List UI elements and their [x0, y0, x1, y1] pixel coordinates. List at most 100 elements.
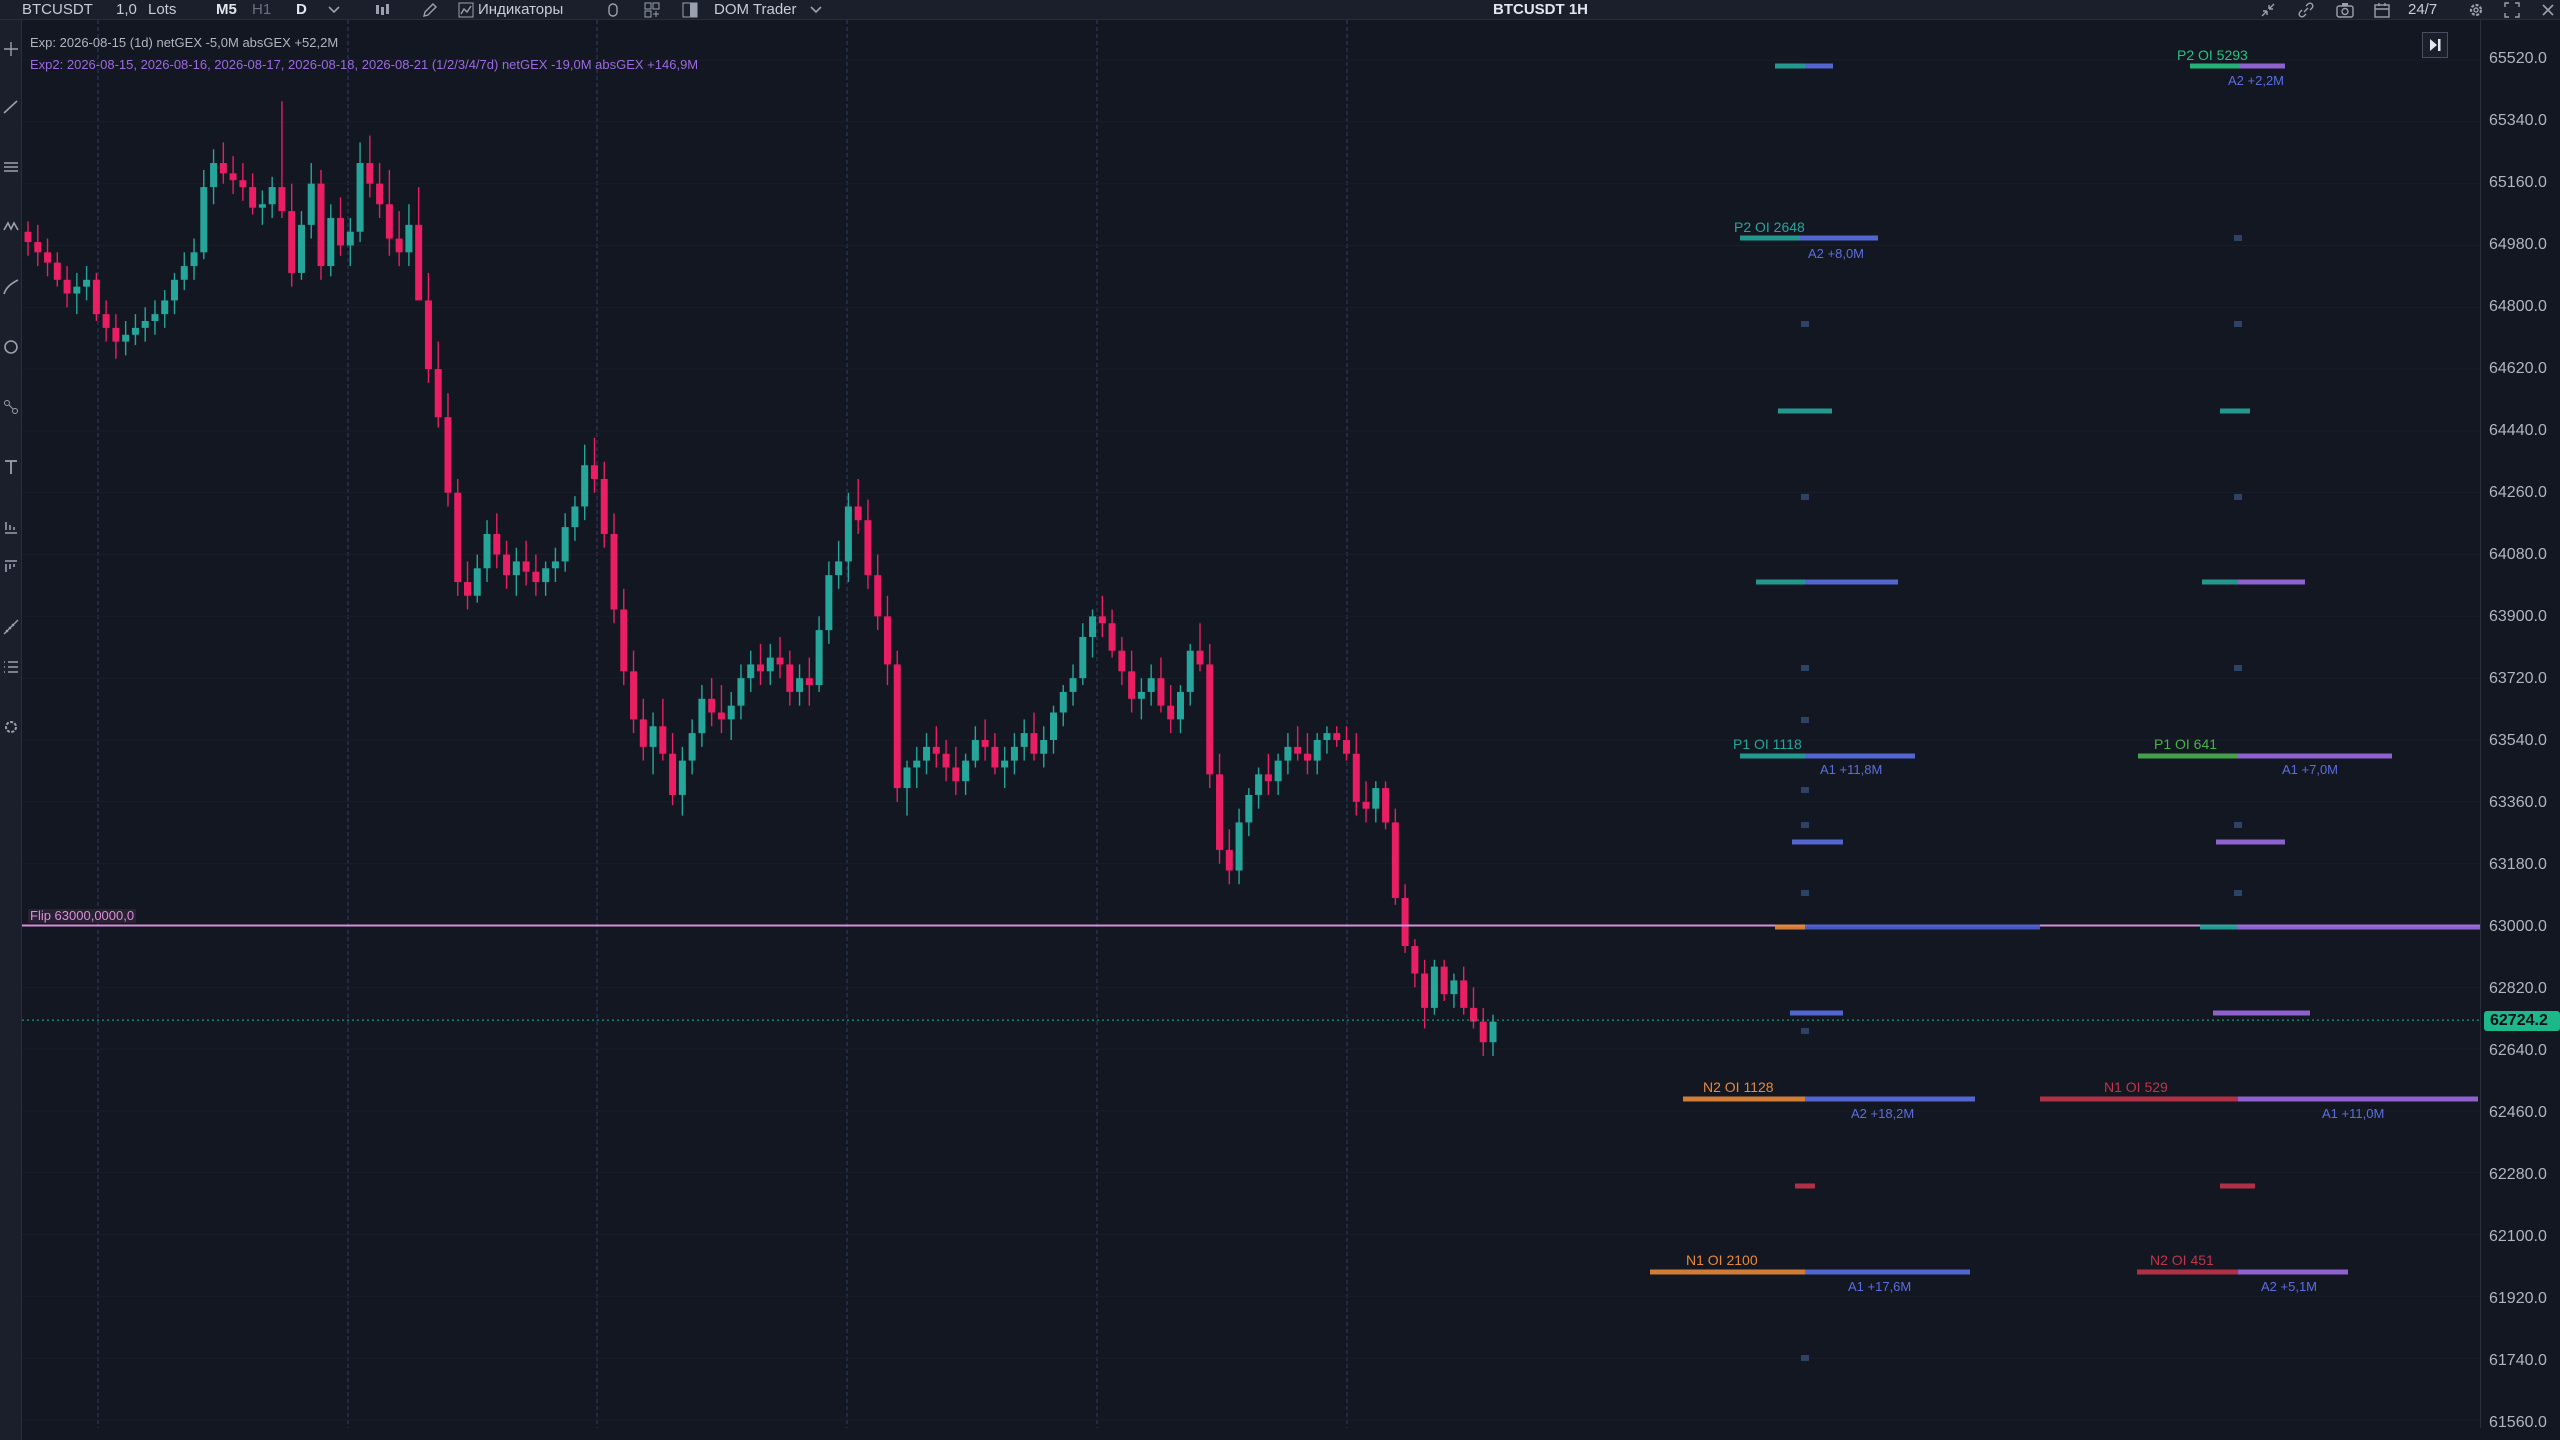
price-label: 62100.0: [2489, 1228, 2547, 1245]
dom-panel-icon[interactable]: [682, 2, 698, 20]
timeframe-h1[interactable]: H1: [252, 1, 271, 19]
oi-bar: [2138, 753, 2238, 759]
price-label: 61740.0: [2489, 1352, 2547, 1369]
camera-icon[interactable]: [2336, 2, 2354, 20]
pattern-icon[interactable]: [2, 218, 20, 236]
candle-body: [630, 671, 638, 720]
quantity-input[interactable]: 1,0: [116, 1, 137, 19]
oi-bar: [1775, 63, 1805, 69]
level-tick: [1801, 1028, 1809, 1034]
symbol-selector[interactable]: BTCUSDT: [22, 1, 93, 19]
fullscreen-icon[interactable]: [2504, 2, 2520, 20]
candle-body: [844, 506, 852, 562]
candle-body: [1333, 733, 1341, 740]
candle-body: [1001, 760, 1009, 768]
long-position-icon[interactable]: [2, 518, 20, 536]
level-tick: [2234, 665, 2242, 671]
indicators-icon[interactable]: [458, 2, 474, 20]
level-tick: [1801, 1355, 1809, 1361]
gear-icon[interactable]: [2468, 2, 2484, 20]
node-icon[interactable]: [2, 398, 20, 416]
candle-body: [825, 575, 833, 631]
candle-body: [639, 719, 647, 747]
candle-body: [307, 183, 315, 225]
price-scale[interactable]: 65520.0 65340.0 65160.0 64980.0 64800.0 …: [2480, 20, 2560, 1431]
ask-bar: [2216, 839, 2285, 845]
timeframe-m5[interactable]: M5: [216, 1, 237, 19]
alert-icon[interactable]: [606, 2, 620, 20]
ask-bar: [1805, 753, 1915, 759]
level-label: N2 OI 451: [2150, 1252, 2214, 1268]
candle-body: [239, 180, 247, 188]
candle-body: [1343, 740, 1350, 754]
brush-icon[interactable]: [2, 278, 20, 296]
session-label[interactable]: 24/7: [2408, 1, 2437, 19]
candle-body: [678, 760, 686, 795]
circle-icon[interactable]: [2, 338, 20, 356]
horizontal-lines-icon[interactable]: [2, 158, 20, 176]
price-label: 62460.0: [2489, 1104, 2547, 1121]
candle-body: [1323, 733, 1331, 740]
price-label: 63000.0: [2489, 918, 2547, 935]
level-sublabel: A1 +17,6M: [1848, 1279, 1912, 1294]
candle-body: [815, 630, 823, 686]
candle-body: [190, 252, 198, 267]
status-bar: [22, 1428, 2560, 1440]
candle-body: [1421, 973, 1429, 1008]
measure-icon[interactable]: [2, 618, 20, 636]
price-chart[interactable]: [22, 20, 2480, 1430]
candle-body: [141, 321, 149, 328]
trendline-icon[interactable]: [2, 98, 20, 116]
price-label: 62280.0: [2489, 1166, 2547, 1183]
candle-body: [483, 533, 491, 569]
candle-body: [1313, 740, 1321, 761]
close-icon[interactable]: [2540, 2, 2556, 20]
candle-body: [161, 300, 169, 315]
candle-body: [180, 266, 188, 280]
candle-body: [1372, 788, 1380, 809]
oi-bar: [2200, 924, 2238, 930]
text-icon[interactable]: [2, 458, 20, 476]
level-label: P1 OI 1118: [1733, 736, 1802, 752]
calendar-icon[interactable]: [2374, 2, 2390, 20]
layout-icon[interactable]: [644, 2, 660, 20]
price-label: 64800.0: [2489, 298, 2547, 315]
candle-body: [913, 760, 921, 768]
ask-bar: [1805, 63, 1833, 69]
short-position-icon[interactable]: [2, 558, 20, 576]
indicators-button[interactable]: Индикаторы: [478, 1, 563, 19]
candle-body: [649, 726, 657, 747]
oi-bar: [1650, 1269, 1805, 1275]
candle-body: [1469, 1007, 1477, 1022]
oi-bar: [1778, 408, 1832, 414]
dom-trader-button[interactable]: DOM Trader: [714, 1, 797, 19]
candle-body: [698, 698, 706, 734]
candle-body: [337, 217, 345, 246]
timeframe-d[interactable]: D: [296, 1, 307, 19]
candle-body: [883, 616, 891, 665]
level-sublabel: A1 +11,0M: [2322, 1106, 2385, 1121]
crosshair-icon[interactable]: [2, 40, 20, 58]
price-label: 64440.0: [2489, 422, 2547, 439]
collapse-icon[interactable]: [2260, 2, 2276, 20]
quantity-unit[interactable]: Lots: [148, 1, 176, 19]
candle-body: [356, 163, 364, 232]
pencil-icon[interactable]: [422, 2, 438, 20]
chart-type-icon[interactable]: [374, 2, 390, 20]
candle-body: [874, 575, 882, 617]
oi-bar: [1775, 924, 1805, 930]
candle-body: [405, 224, 413, 253]
settings-icon[interactable]: [2, 718, 20, 736]
link-icon[interactable]: [2298, 2, 2314, 20]
candle-body: [1440, 966, 1448, 995]
level-tick: [1801, 787, 1809, 793]
price-label: 65160.0: [2489, 174, 2547, 191]
scroll-to-realtime-button[interactable]: [2422, 32, 2448, 58]
candle-body: [1186, 650, 1194, 692]
list-icon[interactable]: [2, 658, 20, 676]
level-tick: [1801, 890, 1809, 896]
candle-body: [717, 712, 725, 720]
ask-bar: [1792, 839, 1843, 845]
level-sublabel: A2 +8,0M: [1808, 246, 1865, 261]
candle-body: [1196, 650, 1204, 665]
